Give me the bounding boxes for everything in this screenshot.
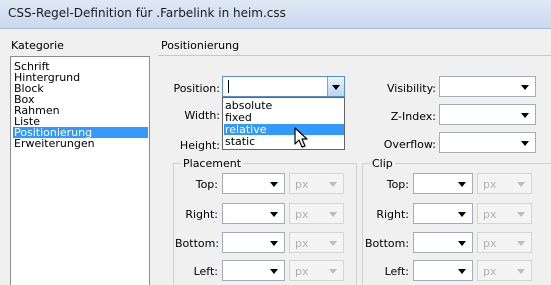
chevron-down-icon [270,268,278,274]
clip-top-unit[interactable]: px [477,173,532,194]
chevron-down-icon [329,211,337,217]
position-select[interactable] [222,76,345,97]
option-fixed[interactable]: fixed [224,112,344,123]
category-list[interactable]: Schrift Hintergrund Block Box Rahmen Lis… [10,56,150,285]
category-heading: Kategorie [11,39,64,52]
clip-left-unit[interactable]: px [477,260,532,281]
placement-right-input[interactable] [222,203,285,224]
title-bar: CSS-Regel-Definition für .Farbelink in h… [0,0,551,29]
chevron-down-icon [458,240,466,246]
unit-value: px [295,208,309,221]
placement-left-label: Left: [193,265,218,278]
chevron-down-icon [332,84,340,90]
placement-left-input[interactable] [222,260,285,281]
placement-bottom-input[interactable] [222,232,285,253]
position-label: Position: [173,82,220,95]
unit-value: px [295,237,309,250]
clip-right-label: Right: [376,208,409,221]
height-label: Height: [179,139,220,152]
unit-value: px [483,265,497,278]
panel-heading: Positionierung [161,39,240,52]
mouse-pointer-icon [294,127,308,148]
placement-bottom-label: Bottom: [175,237,220,250]
overflow-label: Overflow: [383,138,436,151]
chevron-down-icon [329,181,337,187]
zindex-label: Z-Index: [390,110,436,123]
clip-right-input[interactable] [413,203,473,224]
placement-legend: Placement [181,157,244,170]
placement-top-label: Top: [195,178,218,191]
position-dropdown-button[interactable] [327,77,344,96]
chevron-down-icon [270,211,278,217]
visibility-label: Visibility: [386,82,436,95]
chevron-down-icon [329,240,337,246]
clip-top-label: Top: [386,178,409,191]
placement-right-unit[interactable]: px [289,203,344,224]
chevron-down-icon [458,211,466,217]
chevron-down-icon [517,240,525,246]
clip-left-input[interactable] [413,260,473,281]
option-relative[interactable]: relative [224,124,344,135]
text-cursor [228,80,229,93]
zindex-select[interactable] [439,104,536,125]
clip-right-unit[interactable]: px [477,203,532,224]
chevron-down-icon [270,240,278,246]
placement-top-unit[interactable]: px [289,173,344,194]
unit-value: px [295,265,309,278]
category-item-erweiterungen[interactable]: Erweiterungen [13,138,148,149]
visibility-select[interactable] [439,76,536,97]
width-label: Width: [184,109,220,122]
clip-top-input[interactable] [413,173,473,194]
chevron-down-icon [521,84,529,90]
chevron-down-icon [517,211,525,217]
chevron-down-icon [521,112,529,118]
clip-bottom-input[interactable] [413,232,473,253]
clip-bottom-unit[interactable]: px [477,232,532,253]
chevron-down-icon [517,181,525,187]
position-dropdown-list[interactable]: absolute fixed relative static [222,97,345,150]
chevron-down-icon [521,140,529,146]
chevron-down-icon [517,268,525,274]
placement-left-unit[interactable]: px [289,260,344,281]
option-absolute[interactable]: absolute [224,100,344,111]
window-title: CSS-Regel-Definition für .Farbelink in h… [8,6,286,20]
option-static[interactable]: static [224,136,344,147]
clip-bottom-label: Bottom: [365,237,410,250]
clip-left-label: Left: [384,265,409,278]
unit-value: px [295,178,309,191]
unit-value: px [483,208,497,221]
chevron-down-icon [270,181,278,187]
placement-right-label: Right: [185,208,218,221]
chevron-down-icon [458,181,466,187]
chevron-down-icon [458,268,466,274]
clip-legend: Clip [370,157,395,170]
unit-value: px [483,178,497,191]
placement-top-input[interactable] [222,173,285,194]
unit-value: px [483,237,497,250]
overflow-select[interactable] [439,132,536,153]
heading-divider [158,55,551,56]
placement-bottom-unit[interactable]: px [289,232,344,253]
chevron-down-icon [329,268,337,274]
